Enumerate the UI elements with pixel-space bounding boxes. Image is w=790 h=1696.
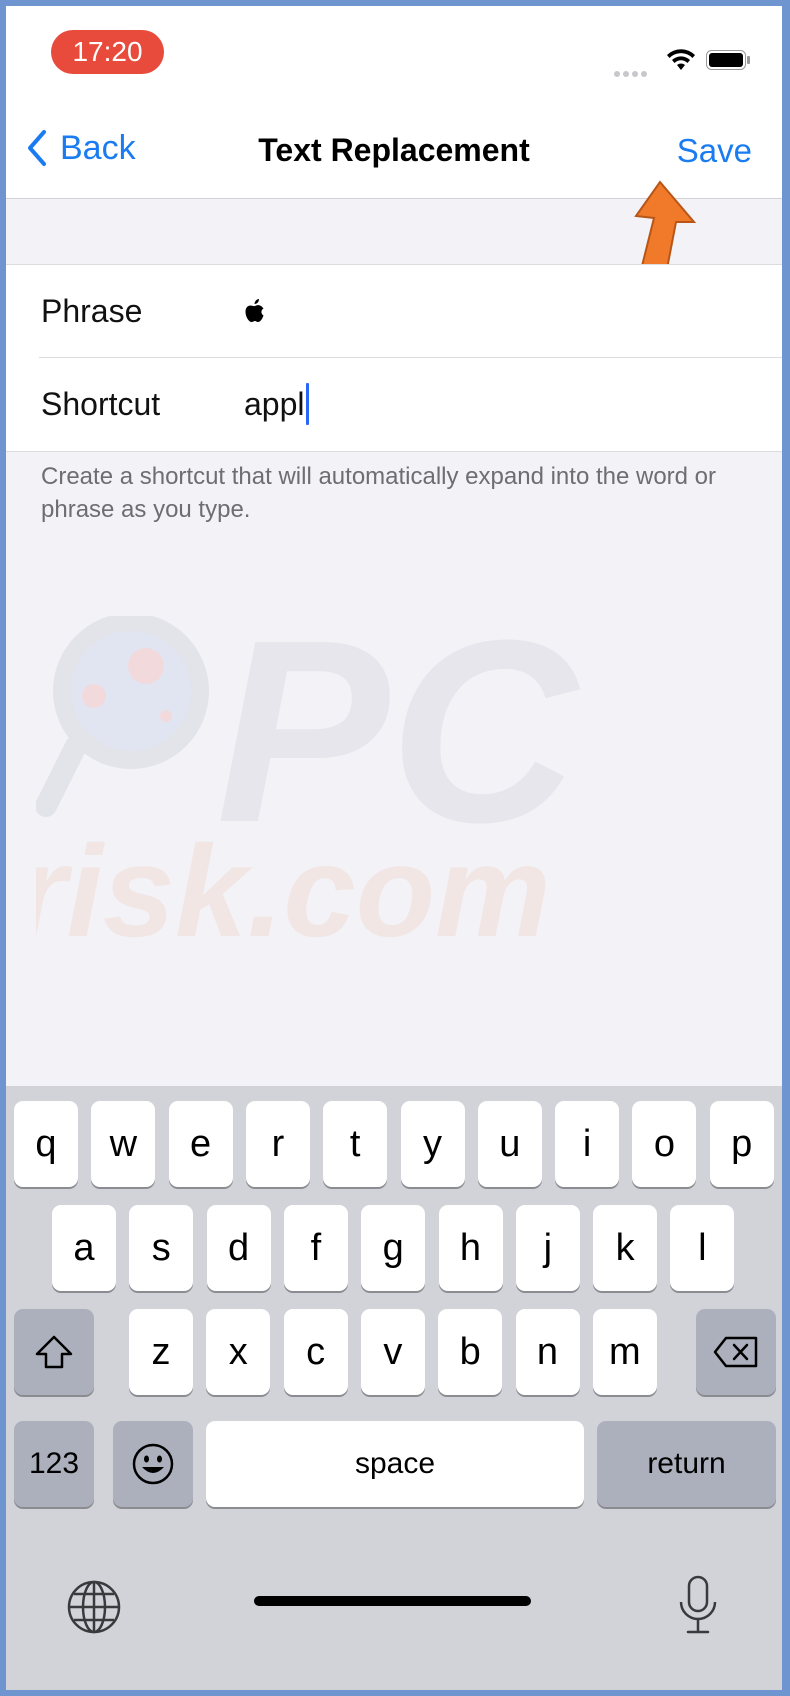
shortcut-field[interactable]: appl: [244, 358, 309, 450]
key-j[interactable]: j: [515, 1205, 580, 1291]
key-f[interactable]: f: [283, 1205, 348, 1291]
shortcut-row[interactable]: Shortcut appl: [6, 358, 782, 450]
key-l[interactable]: l: [670, 1205, 735, 1291]
key-c[interactable]: c: [283, 1309, 348, 1395]
key-a[interactable]: a: [52, 1205, 116, 1291]
key-e[interactable]: e: [168, 1101, 233, 1187]
key-x[interactable]: x: [206, 1309, 271, 1395]
microphone-icon[interactable]: [676, 1574, 720, 1638]
key-t[interactable]: t: [323, 1101, 388, 1187]
key-b[interactable]: b: [438, 1309, 503, 1395]
footer-hint: Create a shortcut that will automaticall…: [41, 463, 717, 523]
key-s[interactable]: s: [129, 1205, 194, 1291]
key-p[interactable]: p: [709, 1101, 774, 1187]
status-time: 17:20: [51, 30, 164, 74]
numbers-key[interactable]: 123: [14, 1421, 94, 1507]
key-i[interactable]: i: [555, 1101, 620, 1187]
key-n[interactable]: n: [515, 1309, 580, 1395]
watermark-text-bottom: risk.com: [36, 818, 551, 964]
delete-key[interactable]: [696, 1309, 776, 1395]
phrase-row[interactable]: Phrase: [6, 265, 782, 358]
key-z[interactable]: z: [129, 1309, 193, 1395]
globe-icon[interactable]: [66, 1579, 122, 1635]
shortcut-value: appl: [244, 386, 305, 422]
apple-logo-icon: [245, 299, 264, 322]
watermark-logo: PC risk.com: [36, 616, 580, 964]
key-r[interactable]: r: [245, 1101, 310, 1187]
key-h[interactable]: h: [438, 1205, 503, 1291]
shortcut-label: Shortcut: [41, 386, 161, 422]
shift-icon: [35, 1335, 73, 1369]
emoji-key[interactable]: [113, 1421, 193, 1507]
key-y[interactable]: y: [400, 1101, 465, 1187]
key-d[interactable]: d: [206, 1205, 271, 1291]
home-indicator: [254, 1596, 531, 1606]
key-w[interactable]: w: [91, 1101, 156, 1187]
key-k[interactable]: k: [593, 1205, 658, 1291]
key-o[interactable]: o: [632, 1101, 697, 1187]
status-bar: 17:20: [6, 6, 782, 96]
key-m[interactable]: m: [592, 1309, 657, 1395]
shift-key[interactable]: [14, 1309, 94, 1395]
text-cursor: [305, 383, 309, 425]
space-key[interactable]: space: [206, 1421, 584, 1507]
save-button[interactable]: Save: [677, 132, 752, 170]
key-u[interactable]: u: [477, 1101, 542, 1187]
return-key[interactable]: return: [597, 1421, 776, 1507]
screen: 17:20 Back Text Replacement Save Phrase: [6, 6, 782, 1690]
text-replacement-form: Phrase Shortcut appl: [6, 264, 782, 452]
battery-icon: [706, 50, 750, 70]
key-v[interactable]: v: [360, 1309, 425, 1395]
key-q[interactable]: q: [14, 1101, 78, 1187]
key-g[interactable]: g: [361, 1205, 426, 1291]
delete-icon: [713, 1336, 758, 1368]
wifi-icon: [667, 49, 695, 70]
emoji-icon: [132, 1443, 174, 1485]
phrase-field[interactable]: [244, 265, 266, 357]
page-title: Text Replacement: [258, 132, 530, 168]
cellular-signal-icon: [614, 64, 650, 82]
phrase-label: Phrase: [41, 293, 143, 329]
